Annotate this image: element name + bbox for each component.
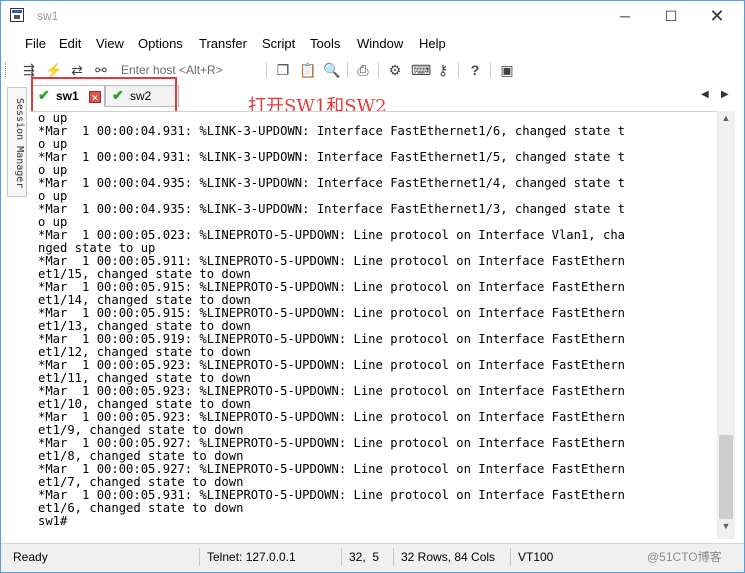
gear-icon[interactable]: ⚙ <box>387 61 403 79</box>
status-bar: Ready Telnet: 127.0.0.1 32, 5 32 Rows, 8… <box>1 543 744 572</box>
watermark: @51CTO博客 <box>647 550 722 564</box>
menu-edit[interactable]: Edit <box>59 36 81 51</box>
status-divider <box>199 548 200 566</box>
tab-scroll-right-icon[interactable]: ▶ <box>721 89 729 100</box>
toolbar-divider <box>378 62 379 78</box>
keymap-icon[interactable]: ⌨ <box>411 61 431 79</box>
scrollbar-thumb[interactable] <box>719 435 733 519</box>
maximize-button[interactable]: ☐ <box>648 1 694 31</box>
status-ready: Ready <box>13 550 48 564</box>
menu-tools[interactable]: Tools <box>310 36 340 51</box>
tab-scroll-left-icon[interactable]: ◀ <box>701 89 709 100</box>
app-window: sw1 ─ ☐ ✕ File Edit View Options Transfe… <box>0 0 745 573</box>
find-icon[interactable]: 🔍 <box>323 61 340 79</box>
paste-icon[interactable]: 📋 <box>299 61 316 79</box>
minimize-button[interactable]: ─ <box>602 1 648 31</box>
status-divider <box>393 548 394 566</box>
status-terminal-size: 32 Rows, 84 Cols <box>401 550 496 564</box>
scroll-up-icon[interactable]: ▲ <box>717 113 735 127</box>
menu-transfer[interactable]: Transfer <box>199 36 247 51</box>
copy-icon[interactable]: ❐ <box>275 61 291 79</box>
annotation-highlight-box <box>31 77 177 113</box>
sftp-icon[interactable]: ▣ <box>499 61 515 79</box>
toolbar-grip[interactable] <box>5 63 8 77</box>
menu-bar: File Edit View Options Transfer Script T… <box>1 32 744 54</box>
status-divider <box>341 548 342 566</box>
close-button[interactable]: ✕ <box>694 1 740 31</box>
menu-view[interactable]: View <box>96 36 124 51</box>
status-emulation: VT100 <box>518 550 554 564</box>
status-divider <box>510 548 511 566</box>
help-icon[interactable]: ? <box>467 61 483 79</box>
status-cursor-position: 32, 5 <box>349 550 380 564</box>
terminal-text: o up *Mar 1 00:00:04.931: %LINK-3-UPDOWN… <box>38 111 625 528</box>
menu-file[interactable]: File <box>25 36 46 51</box>
session-manager-label: Session Manager <box>14 98 25 189</box>
toolbar-divider <box>490 62 491 78</box>
print-icon[interactable]: ⎙ <box>355 61 371 79</box>
app-icon[interactable] <box>10 8 24 22</box>
scroll-down-icon[interactable]: ▼ <box>717 521 735 535</box>
terminal-output[interactable]: o up *Mar 1 00:00:04.931: %LINK-3-UPDOWN… <box>31 111 717 539</box>
window-title: sw1 <box>37 9 59 23</box>
menu-options[interactable]: Options <box>138 36 183 51</box>
toolbar-divider <box>266 62 267 78</box>
toolbar-divider <box>458 62 459 78</box>
menu-script[interactable]: Script <box>262 36 295 51</box>
vertical-scrollbar[interactable]: ▲ ▼ <box>717 111 735 539</box>
title-bar[interactable]: sw1 ─ ☐ ✕ <box>1 1 744 31</box>
menu-help[interactable]: Help <box>419 36 446 51</box>
menu-window[interactable]: Window <box>357 36 403 51</box>
key-icon[interactable]: ⚷ <box>435 61 451 79</box>
session-manager-panel[interactable]: Session Manager <box>7 87 27 197</box>
host-input[interactable]: Enter host <Alt+R> <box>121 63 223 77</box>
status-connection: Telnet: 127.0.0.1 <box>207 550 296 564</box>
toolbar-divider <box>347 62 348 78</box>
